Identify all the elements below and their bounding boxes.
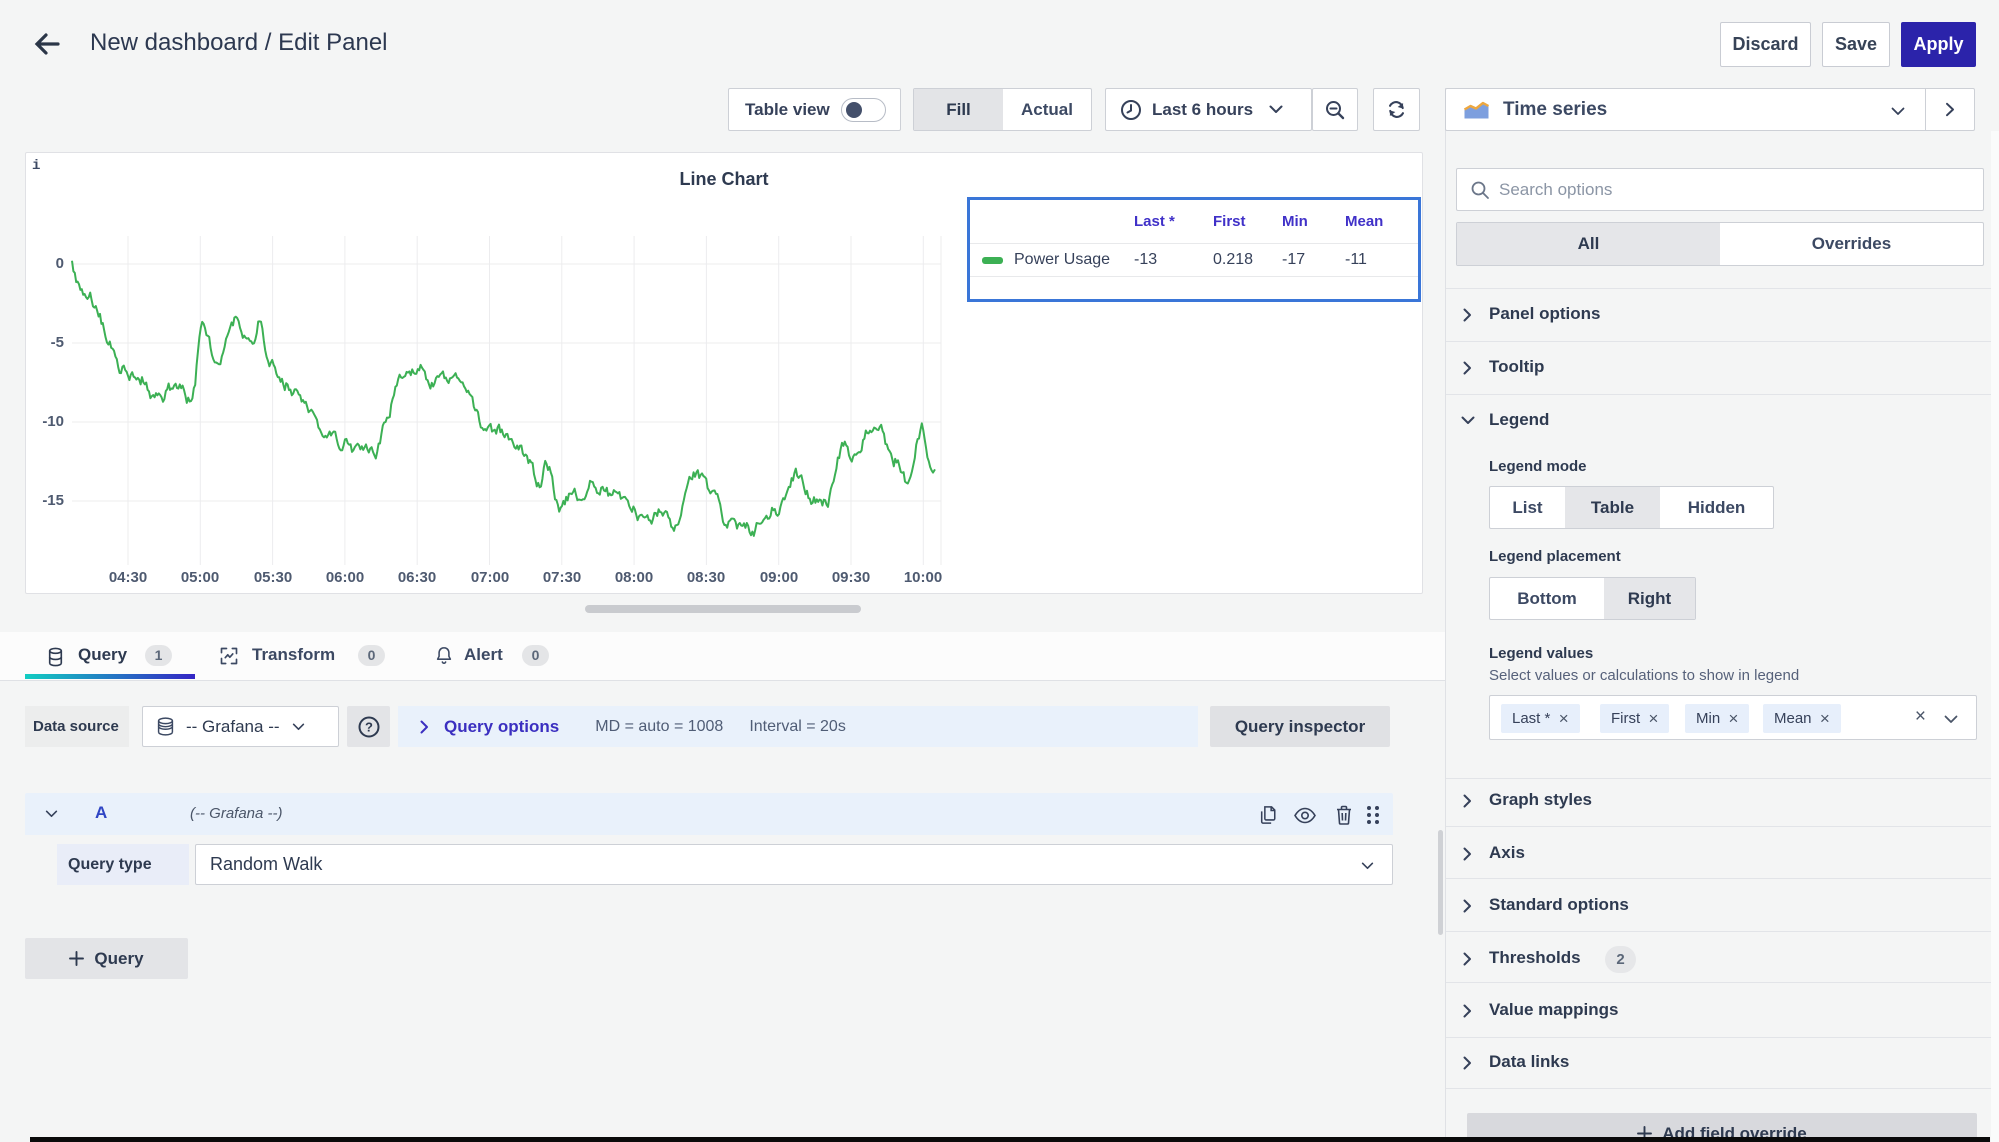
svg-text:?: ? [365,719,373,734]
